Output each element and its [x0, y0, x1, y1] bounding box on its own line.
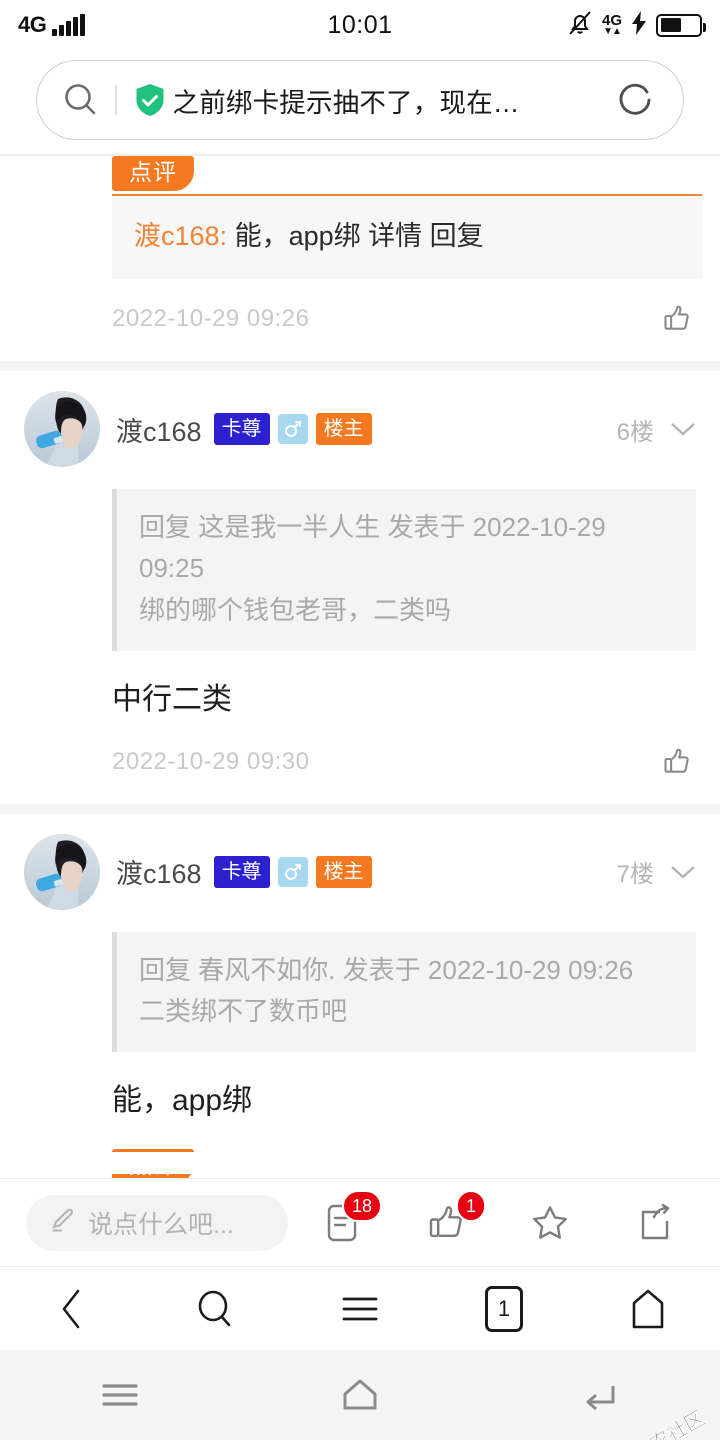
post-meta-top: 2022-10-29 09:26 [0, 279, 720, 361]
dianping-body: 渡c168: 能，app绑 详情 回复 [112, 195, 702, 280]
quote-line: 绑的哪个钱包老哥，二类吗 [139, 594, 452, 625]
badge-gender-male-icon [277, 414, 308, 445]
post-floor-group: 6楼 [617, 412, 696, 447]
chevron-down-icon[interactable] [670, 421, 696, 437]
post-item: 渡c168 卡尊 楼主 6楼 回复 这是我一半人生 发表于 2022-10-29… [0, 371, 720, 804]
system-navigation-bar [0, 1350, 720, 1440]
quote-line: 09:25 [139, 553, 205, 584]
comment-input[interactable]: 说点什么吧... [26, 1194, 288, 1251]
comment-count-button[interactable]: 18 [318, 1189, 382, 1248]
mobile-data-icon: 4G ▼▲ [602, 13, 622, 37]
user-badges: 卡尊 楼主 [213, 855, 372, 888]
post-body: 中行二类 [112, 682, 232, 716]
post-username[interactable]: 渡c168 [116, 410, 202, 449]
comment-input-placeholder: 说点什么吧... [88, 1210, 234, 1239]
quoted-reply: 回复 这是我一半人生 发表于 2022-10-29 09:25 绑的哪个钱包老哥… [112, 489, 696, 651]
status-bar-left: 4G [18, 12, 85, 38]
address-bar[interactable]: 之前绑卡提示抽不了，现在… [36, 60, 684, 140]
action-icons: 18 1 [318, 1189, 694, 1248]
floor-number: 7楼 [616, 861, 654, 889]
shield-check-icon [135, 83, 165, 117]
badge-rank: 卡尊 [213, 413, 270, 446]
refresh-icon[interactable] [615, 79, 657, 121]
favorite-button[interactable] [526, 1198, 574, 1248]
status-bar: 4G 10:01 4G ▼▲ [0, 0, 720, 50]
network-type-label: 4G [18, 12, 47, 37]
post-timestamp: 2022-10-29 09:26 [112, 305, 310, 333]
address-bar-text[interactable]: 之前绑卡提示抽不了，现在… [173, 81, 616, 120]
thumbs-up-icon[interactable] [660, 744, 696, 780]
browser-bottom-nav: 1 [0, 1266, 720, 1350]
dianping-text: 能，app绑 详情 回复 [234, 220, 484, 251]
pencil-icon [48, 1205, 78, 1240]
dianping-header: 点评 [112, 155, 720, 196]
dianping-block-top: 点评 渡c168: 能，app绑 详情 回复 [0, 155, 720, 280]
thread-content: 点评 渡c168: 能，app绑 详情 回复 2022-10-29 09:26 [0, 154, 720, 1315]
badge-original-poster: 楼主 [315, 413, 372, 446]
phone-screen: 4G 10:01 4G ▼▲ 之前绑卡提示抽不了，现在… 点评 渡c168: 能… [0, 0, 720, 1440]
avatar[interactable] [24, 391, 100, 468]
post-floor-group: 7楼 [617, 854, 696, 889]
quote-line: 回复 这是我一半人生 发表于 2022-10-29 [139, 512, 606, 543]
nav-search-button[interactable] [171, 1279, 261, 1339]
comment-count-badge: 18 [341, 1189, 382, 1222]
nav-back-button[interactable] [27, 1279, 117, 1339]
tab-count-label: 1 [485, 1285, 523, 1332]
quote-line: 回复 春风不如你. 发表于 2022-10-29 09:26 [139, 954, 634, 985]
system-recents-button[interactable] [75, 1369, 165, 1421]
bell-muted-icon [567, 9, 593, 42]
content-clip-mask [0, 1152, 720, 1174]
toolbar-divider [115, 85, 117, 115]
avatar[interactable] [24, 833, 100, 910]
signal-bars-icon [52, 14, 85, 36]
post-separator [0, 803, 720, 814]
dianping-author[interactable]: 渡c168: [134, 221, 227, 251]
browser-toolbar: 之前绑卡提示抽不了，现在… [0, 50, 720, 154]
thread-action-bar: 说点什么吧... 18 1 [0, 1178, 720, 1266]
post-timestamp: 2022-10-29 09:30 [112, 747, 310, 775]
post-header: 渡c168 卡尊 楼主 7楼 [0, 833, 720, 910]
nav-menu-button[interactable] [315, 1279, 405, 1339]
nav-home-button[interactable] [603, 1279, 693, 1339]
search-icon[interactable] [61, 80, 101, 120]
like-button[interactable]: 1 [422, 1189, 486, 1248]
like-count-badge: 1 [455, 1189, 486, 1222]
post-username[interactable]: 渡c168 [116, 852, 202, 891]
post-meta: 2022-10-29 09:30 [0, 722, 720, 804]
badge-rank: 卡尊 [213, 855, 270, 888]
status-bar-right: 4G ▼▲ [567, 9, 706, 42]
system-home-button[interactable] [315, 1369, 405, 1421]
battery-icon [656, 13, 706, 37]
thumbs-up-icon[interactable] [660, 301, 696, 337]
quoted-reply: 回复 春风不如你. 发表于 2022-10-29 09:26 二类绑不了数币吧 [112, 931, 696, 1052]
quote-line: 二类绑不了数币吧 [139, 995, 348, 1026]
chevron-down-icon[interactable] [670, 864, 696, 880]
user-badges: 卡尊 楼主 [213, 413, 372, 446]
post-body: 能，app绑 [112, 1083, 253, 1117]
floor-number: 6楼 [616, 418, 654, 446]
data-arrows-icon: ▼▲ [603, 26, 622, 37]
badge-original-poster: 楼主 [315, 855, 372, 888]
system-back-button[interactable] [555, 1369, 645, 1421]
dianping-rule [112, 193, 702, 196]
lightning-bolt-icon [631, 10, 647, 40]
nav-tabs-button[interactable]: 1 [459, 1279, 549, 1339]
post-separator [0, 361, 720, 372]
badge-gender-male-icon [277, 856, 308, 887]
post-header: 渡c168 卡尊 楼主 6楼 [0, 391, 720, 468]
dianping-tag: 点评 [112, 155, 194, 191]
share-button[interactable] [630, 1198, 678, 1248]
